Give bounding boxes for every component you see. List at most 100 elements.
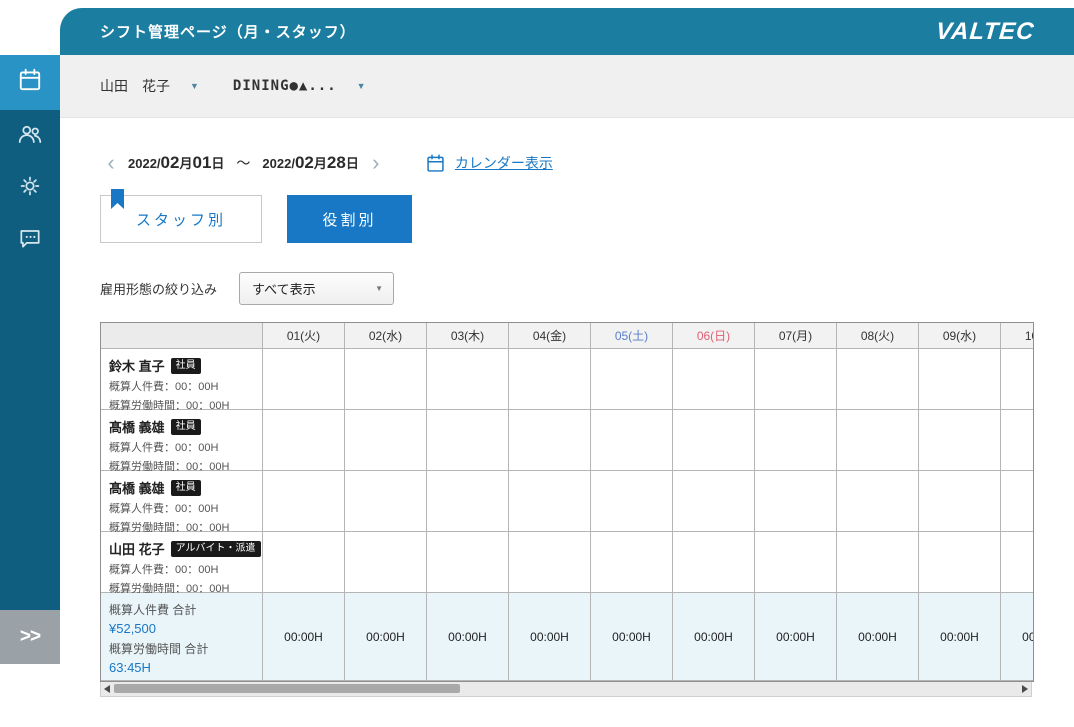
summary-total-cell: 00:00H (591, 593, 673, 681)
staff-row: 髙橋 義雄社員概算人件費：00：00H概算労働時間：00：00H (101, 410, 1034, 471)
shift-cell[interactable] (591, 471, 673, 532)
shift-cell[interactable] (591, 410, 673, 471)
staff-cost: 概算人件費：00：00H (109, 500, 254, 516)
shift-cell[interactable] (591, 532, 673, 593)
end-month-unit: 月 (314, 156, 327, 171)
shift-cell[interactable] (345, 471, 427, 532)
shift-table-inner: 01(火)02(水)03(木)04(金)05(土)06(日)07(月)08(火)… (101, 323, 1034, 681)
shift-cell[interactable] (345, 410, 427, 471)
chevron-down-icon: ▼ (357, 81, 366, 91)
employment-badge: 社員 (171, 358, 201, 374)
shift-cell[interactable] (919, 410, 1001, 471)
calendar-view-group: カレンダー表示 (425, 153, 553, 174)
employment-filter-select[interactable]: すべて表示 ▼ (239, 272, 394, 305)
shift-cell[interactable] (509, 471, 591, 532)
shift-cell[interactable] (345, 532, 427, 593)
column-header: 04(金) (509, 323, 591, 349)
tab-role-label: 役割別 (322, 209, 376, 230)
chat-icon (17, 225, 43, 256)
shift-cell[interactable] (509, 349, 591, 410)
summary-info-cell: 概算人件費 合計 ¥52,500 概算労働時間 合計 63:45H (101, 593, 263, 681)
shift-cell[interactable] (427, 349, 509, 410)
shift-cell[interactable] (263, 471, 345, 532)
shift-cell[interactable] (263, 410, 345, 471)
shift-cell[interactable] (591, 349, 673, 410)
calendar-icon (17, 67, 43, 98)
calendar-view-link[interactable]: カレンダー表示 (455, 153, 553, 173)
shift-table: 01(火)02(水)03(木)04(金)05(土)06(日)07(月)08(火)… (100, 322, 1034, 682)
shift-cell[interactable] (263, 349, 345, 410)
next-month-button[interactable]: › (365, 152, 387, 174)
tab-staff[interactable]: スタッフ別 (100, 195, 262, 243)
shift-cell[interactable] (673, 410, 755, 471)
shift-cell[interactable] (263, 532, 345, 593)
sidebar-expand-button[interactable]: >> (0, 610, 60, 664)
sidebar-item-staff[interactable] (0, 110, 60, 162)
sidebar-item-messages[interactable] (0, 214, 60, 266)
summary-total-cell: 00:00H (673, 593, 755, 681)
shift-cell[interactable] (755, 410, 837, 471)
shift-cell[interactable] (509, 410, 591, 471)
end-day: 28 (327, 153, 346, 172)
horizontal-scrollbar[interactable] (100, 682, 1032, 697)
staff-name: 山田 花子 (109, 539, 165, 558)
summary-cost-label: 概算人件費 合計 (109, 601, 254, 618)
shift-cell[interactable] (427, 471, 509, 532)
shift-cell[interactable] (673, 532, 755, 593)
staff-info-cell: 髙橋 義雄社員概算人件費：00：00H概算労働時間：00：00H (101, 410, 263, 471)
sidebar-item-calendar[interactable] (0, 55, 60, 110)
end-day-unit: 日 (346, 156, 359, 171)
tab-role[interactable]: 役割別 (287, 195, 412, 243)
shift-cell[interactable] (755, 532, 837, 593)
shift-cell[interactable] (427, 532, 509, 593)
shift-cell[interactable] (673, 349, 755, 410)
valtec-logo: VALTEC (934, 18, 1035, 46)
staff-row: 山田 花子アルバイト・派遣概算人件費：00：00H概算労働時間：00：00H (101, 532, 1034, 593)
shift-cell[interactable] (1001, 471, 1034, 532)
shift-cell[interactable] (1001, 349, 1034, 410)
user-select[interactable]: 山田 花子 ▼ (100, 76, 199, 96)
tab-staff-label: スタッフ別 (136, 209, 226, 230)
start-day-unit: 日 (211, 156, 224, 171)
sidebar-item-settings[interactable] (0, 162, 60, 214)
staff-name: 髙橋 義雄 (109, 417, 165, 436)
shift-cell[interactable] (919, 349, 1001, 410)
staff-icon (17, 121, 43, 152)
shift-cell[interactable] (755, 471, 837, 532)
shift-cell[interactable] (837, 532, 919, 593)
summary-total-cell: 00:00H (345, 593, 427, 681)
shift-cell[interactable] (919, 471, 1001, 532)
column-header: 01(火) (263, 323, 345, 349)
start-month: 02 (161, 153, 180, 172)
staff-info-cell: 山田 花子アルバイト・派遣概算人件費：00：00H概算労働時間：00：00H (101, 532, 263, 593)
employment-badge: 社員 (171, 480, 201, 496)
summary-total-cell: 00:00H (837, 593, 919, 681)
shift-cell[interactable] (755, 349, 837, 410)
shift-cell[interactable] (837, 471, 919, 532)
column-header: 05(土) (591, 323, 673, 349)
shift-cell[interactable] (919, 532, 1001, 593)
chevron-down-icon: ▼ (190, 81, 199, 91)
end-year: 2022/ (262, 156, 295, 171)
shift-cell[interactable] (345, 349, 427, 410)
staff-info-cell: 髙橋 義雄社員概算人件費：00：00H概算労働時間：00：00H (101, 471, 263, 532)
shift-cell[interactable] (509, 532, 591, 593)
staff-cost: 概算人件費：00：00H (109, 378, 254, 394)
page-title: シフト管理ページ（月・スタッフ） (100, 21, 356, 42)
shift-cell[interactable] (1001, 532, 1034, 593)
scrollbar-thumb[interactable] (114, 684, 460, 693)
store-select[interactable]: DINING●▲... ▼ (233, 78, 366, 94)
date-range-start: 2022/02月01日 (128, 153, 224, 173)
scroll-right-icon[interactable] (1022, 685, 1028, 693)
shift-cell[interactable] (1001, 410, 1034, 471)
shift-cell[interactable] (837, 410, 919, 471)
date-range-separator: 〜 (236, 153, 250, 173)
shift-cell[interactable] (673, 471, 755, 532)
shift-cell[interactable] (427, 410, 509, 471)
prev-month-button[interactable]: ‹ (100, 152, 122, 174)
column-header: 03(木) (427, 323, 509, 349)
shift-cell[interactable] (837, 349, 919, 410)
sidebar: >> (0, 0, 60, 727)
summary-total-cell: 00:00H (755, 593, 837, 681)
scroll-left-icon[interactable] (104, 685, 110, 693)
